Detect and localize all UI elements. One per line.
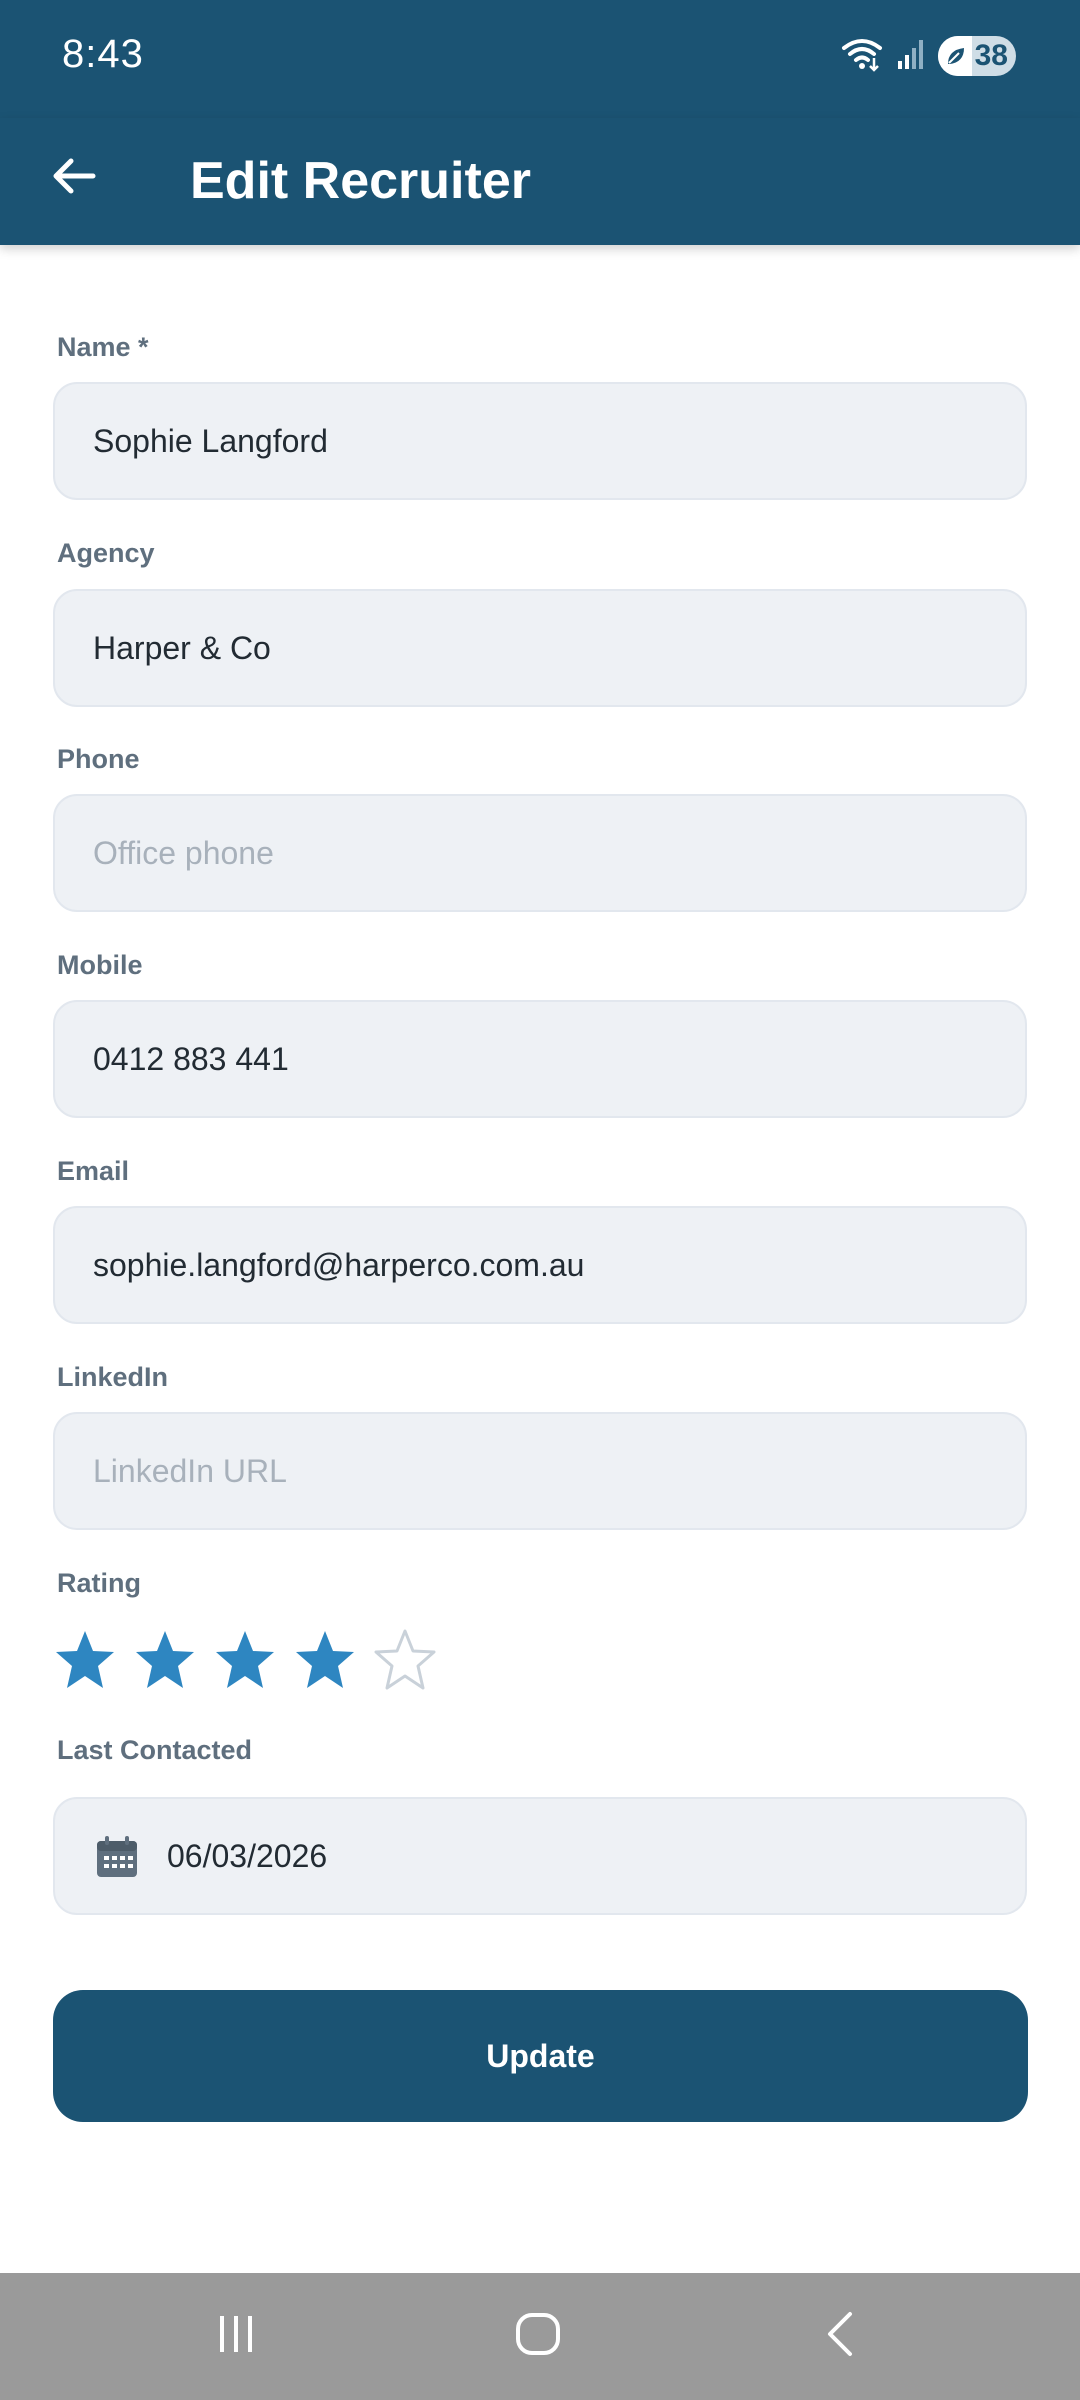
agency-value: Harper & Co [93,630,271,666]
wifi-icon [840,36,884,77]
rating-stars [52,1628,438,1694]
agency-field[interactable]: Harper & Co [53,589,1027,707]
last-contacted-field[interactable]: 06/03/2026 [53,1797,1027,1915]
status-time: 8:43 [62,32,144,76]
recent-apps-button[interactable] [196,2303,276,2369]
signal-icon [896,37,926,76]
status-icons: 38 [840,34,1016,78]
linkedin-placeholder: LinkedIn URL [93,1453,287,1489]
mobile-value: 0412 883 441 [93,1041,289,1077]
phone-placeholder: Office phone [93,835,274,871]
star-empty-icon[interactable] [372,1628,438,1694]
battery-saver-icon [944,44,968,73]
agency-label: Agency [57,538,155,568]
update-button[interactable]: Update [53,1990,1028,2122]
phone-label: Phone [57,744,140,774]
linkedin-field[interactable]: LinkedIn URL [53,1412,1027,1530]
phone-field[interactable]: Office phone [53,794,1027,912]
email-label: Email [57,1156,130,1186]
star-filled-icon[interactable] [132,1628,198,1694]
name-value: Sophie Langford [93,423,328,459]
star-filled-icon[interactable] [292,1628,358,1694]
battery-level: 38 [974,39,1008,72]
linkedin-label: LinkedIn [57,1362,169,1392]
last-contacted-value: 06/03/2026 [167,1838,328,1874]
arrow-left-icon [51,156,97,201]
email-value: sophie.langford@harperco.com.au [93,1247,585,1283]
system-nav-bar [0,2273,1080,2400]
star-filled-icon[interactable] [212,1628,278,1694]
status-bar: 8:43 38 [0,0,1080,118]
nav-back-button[interactable] [800,2303,880,2369]
home-icon [514,2311,562,2362]
email-field[interactable]: sophie.langford@harperco.com.au [53,1206,1027,1324]
app-bar: Edit Recruiter [0,118,1080,245]
name-label: Name * [57,332,149,362]
recent-apps-icon [214,2314,258,2359]
rating-label: Rating [57,1568,141,1598]
page-title: Edit Recruiter [190,152,531,210]
mobile-field[interactable]: 0412 883 441 [53,1000,1027,1118]
name-field[interactable]: Sophie Langford [53,382,1027,500]
mobile-label: Mobile [57,950,143,980]
star-filled-icon[interactable] [52,1628,118,1694]
home-button[interactable] [498,2303,578,2369]
back-icon [822,2310,858,2363]
battery-indicator: 38 [938,36,1016,76]
last-contacted-label: Last Contacted [57,1735,253,1765]
calendar-icon [95,1835,139,1884]
update-button-label: Update [486,2037,595,2074]
back-button[interactable] [36,140,112,216]
